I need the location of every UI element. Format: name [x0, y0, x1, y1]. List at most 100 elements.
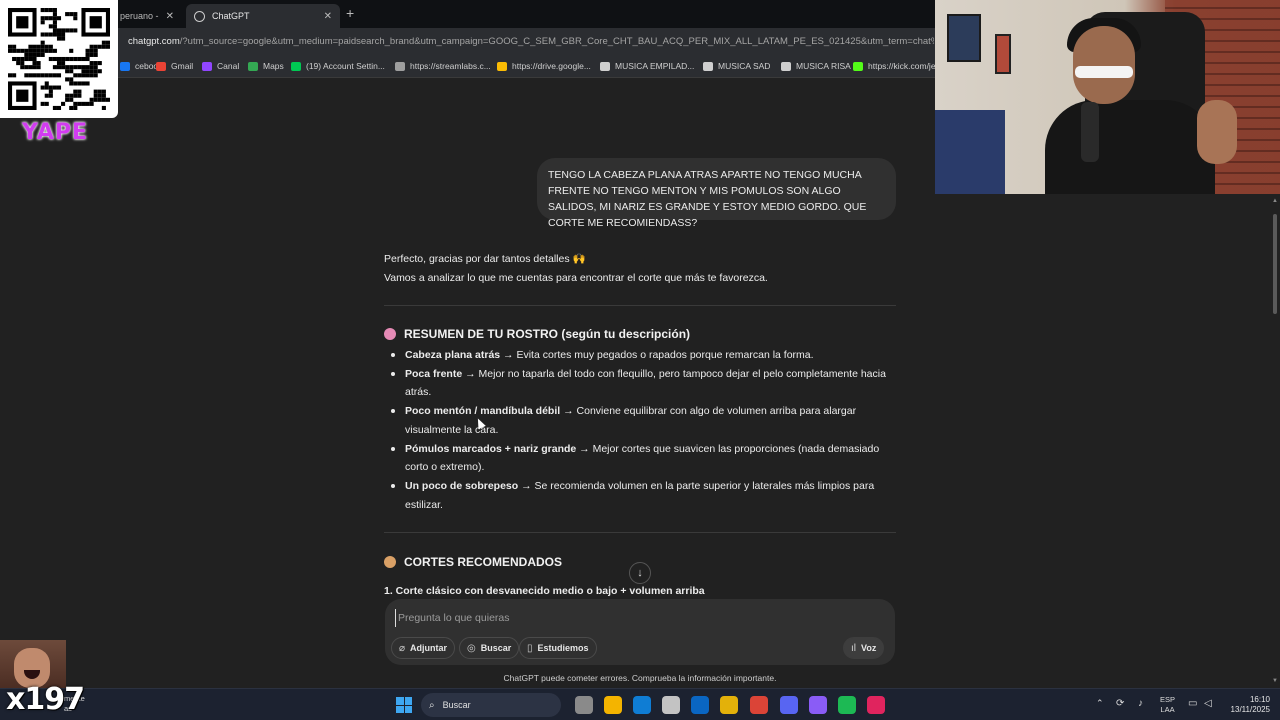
- bookmark-label: https://drive.google...: [512, 61, 591, 71]
- bookmark-favicon-icon: [497, 61, 507, 71]
- language-indicator[interactable]: ESP LAA: [1160, 695, 1175, 715]
- tab-peruano[interactable]: peruano - ✕: [112, 4, 182, 28]
- bookmark-item[interactable]: (19) Account Settin...: [291, 61, 385, 71]
- study-label: Estudiemos: [537, 643, 589, 653]
- search-button[interactable]: ◎ Buscar: [459, 637, 520, 659]
- scroll-down-button[interactable]: ↓: [629, 562, 651, 584]
- shelf: [935, 110, 1005, 194]
- summary-item-title: Cabeza plana atrás: [405, 349, 501, 361]
- wall-poster: [995, 34, 1011, 74]
- taskbar-search-label: Buscar: [442, 700, 471, 710]
- tab-chatgpt[interactable]: ChatGPT ✕: [186, 4, 340, 28]
- taskbar-app-icon[interactable]: [691, 696, 709, 714]
- wall-poster: [947, 14, 981, 62]
- bookmark-favicon-icon: [395, 61, 405, 71]
- bookmark-favicon-icon: [202, 61, 212, 71]
- summary-item-title: Poco mentón / mandíbula débil: [405, 405, 561, 418]
- bookmark-item[interactable]: https://drive.google...: [497, 61, 591, 71]
- bookmark-favicon-icon: [120, 61, 130, 71]
- scrollbar-thumb[interactable]: [1273, 214, 1277, 314]
- recommendation-1: 1. Corte clásico con desvanecido medio o…: [384, 585, 705, 597]
- url-path: /?utm_source=google&utm_medium=paidsearc…: [179, 36, 934, 47]
- taskbar-app-icon[interactable]: [780, 696, 798, 714]
- scrollbar[interactable]: ▲ ▼: [1270, 194, 1280, 688]
- microphone: [1081, 102, 1099, 162]
- taskbar-app-icon[interactable]: [604, 696, 622, 714]
- url-domain: chatgpt.com: [128, 36, 180, 47]
- bookmark-favicon-icon: [291, 61, 301, 71]
- sync-icon[interactable]: ⟳: [1116, 698, 1124, 709]
- taskbar-app-icon[interactable]: [750, 696, 768, 714]
- bookmark-label: MUSICA RISA: [796, 61, 851, 71]
- intro-line: Vamos a analizar lo que me cuentas para …: [384, 271, 768, 284]
- bookmark-label: Canal: [217, 61, 240, 71]
- voice-button[interactable]: ıl Voz: [843, 637, 885, 659]
- yape-label: YAPE: [22, 120, 89, 145]
- scroll-down-arrow-icon[interactable]: ▼: [1272, 678, 1278, 684]
- taskbar: mente as ⌕ Buscar ⌃ ⟳ ♪ ESP LAA ▭ ◁ 16:1…: [0, 688, 1280, 720]
- start-button[interactable]: [396, 697, 412, 713]
- summary-item-title: Pómulos marcados + nariz grande: [405, 442, 577, 455]
- bookmark-item[interactable]: https://streamlabs.c...: [395, 61, 491, 71]
- cuts-heading: CORTES RECOMENDADOS: [384, 555, 562, 569]
- microphone-icon[interactable]: ♪: [1138, 698, 1143, 709]
- close-icon[interactable]: ✕: [324, 11, 332, 22]
- bookmark-label: MUSICA EMPILAD...: [615, 61, 695, 71]
- cuts-heading-text: CORTES RECOMENDADOS: [404, 555, 563, 569]
- tab-label: peruano -: [120, 11, 159, 21]
- multiplier-overlay: x197: [6, 682, 85, 717]
- study-button[interactable]: ▯ Estudiemos: [519, 637, 597, 659]
- bookmark-label: https://streamlabs.c...: [410, 61, 491, 71]
- network-icon[interactable]: ▭: [1188, 698, 1197, 709]
- waveform-icon: ıl: [851, 642, 856, 654]
- divider: [384, 532, 896, 533]
- tab-label: ChatGPT: [212, 11, 250, 21]
- volume-icon[interactable]: ◁: [1204, 698, 1212, 709]
- taskbar-app-icon[interactable]: [809, 696, 827, 714]
- clock[interactable]: 16:10 13/11/2025: [1222, 695, 1270, 715]
- yape-qr-code: [0, 0, 118, 118]
- bookmark-item[interactable]: Maps: [248, 61, 284, 71]
- bookmark-label: https://kick.com/jef: [868, 61, 938, 71]
- user-message-bubble: TENGO LA CABEZA PLANA ATRAS APARTE NO TE…: [537, 158, 896, 229]
- taskbar-app-icon[interactable]: [720, 696, 738, 714]
- webcam-overlay: [935, 0, 1280, 194]
- taskbar-app-icon[interactable]: [662, 696, 680, 714]
- bookmark-favicon-icon: [156, 61, 166, 71]
- attach-label: Adjuntar: [410, 643, 448, 653]
- summary-item-text: → Evita cortes muy pegados o rapados por…: [500, 349, 814, 361]
- white-glasses: [1075, 66, 1133, 78]
- taskbar-app-icon[interactable]: [633, 696, 651, 714]
- scroll-up-arrow-icon[interactable]: ▲: [1272, 198, 1278, 204]
- prompt-input[interactable]: [395, 609, 835, 627]
- taskbar-search[interactable]: ⌕ Buscar: [421, 693, 561, 717]
- bookmark-item[interactable]: MUSICA SAD: [703, 61, 770, 71]
- paperclip-icon: ⌀: [399, 642, 406, 654]
- bookmark-item[interactable]: https://kick.com/jef: [853, 61, 938, 71]
- lang-line: ESP: [1160, 695, 1176, 704]
- person-haircut-icon: [384, 556, 396, 568]
- attach-button[interactable]: ⌀ Adjuntar: [391, 637, 456, 659]
- lang-line: LAA: [1160, 705, 1175, 714]
- bookmark-item[interactable]: Canal: [202, 61, 239, 71]
- book-icon: ▯: [527, 642, 533, 654]
- qr-code-icon: [8, 8, 110, 110]
- bookmark-label: Maps: [263, 61, 284, 71]
- tray-chevron-up-icon[interactable]: ⌃: [1096, 698, 1104, 709]
- folder-icon: [781, 61, 791, 71]
- taskbar-app-icon[interactable]: [867, 696, 885, 714]
- taskbar-app-icon[interactable]: [575, 696, 593, 714]
- composer: ⌀ Adjuntar ◎ Buscar ▯ Estudiemos ıl Voz: [385, 599, 895, 665]
- bookmark-item[interactable]: Gmail: [156, 61, 193, 71]
- close-icon[interactable]: ✕: [166, 11, 174, 22]
- summary-list-item: Poca frente → Mejor no taparla del todo …: [384, 365, 896, 402]
- new-tab-button[interactable]: +: [346, 5, 354, 21]
- bookmark-item[interactable]: MUSICA EMPILAD...: [600, 61, 694, 71]
- url-text[interactable]: chatgpt.com/?utm_source=google&utm_mediu…: [128, 36, 934, 47]
- chatgpt-favicon-icon: [194, 10, 205, 22]
- streamer-head: [1073, 26, 1135, 104]
- bookmark-label: MUSICA SAD: [718, 61, 771, 71]
- bookmark-favicon-icon: [853, 61, 863, 71]
- bookmark-item[interactable]: MUSICA RISA: [781, 61, 851, 71]
- taskbar-app-icon[interactable]: [838, 696, 856, 714]
